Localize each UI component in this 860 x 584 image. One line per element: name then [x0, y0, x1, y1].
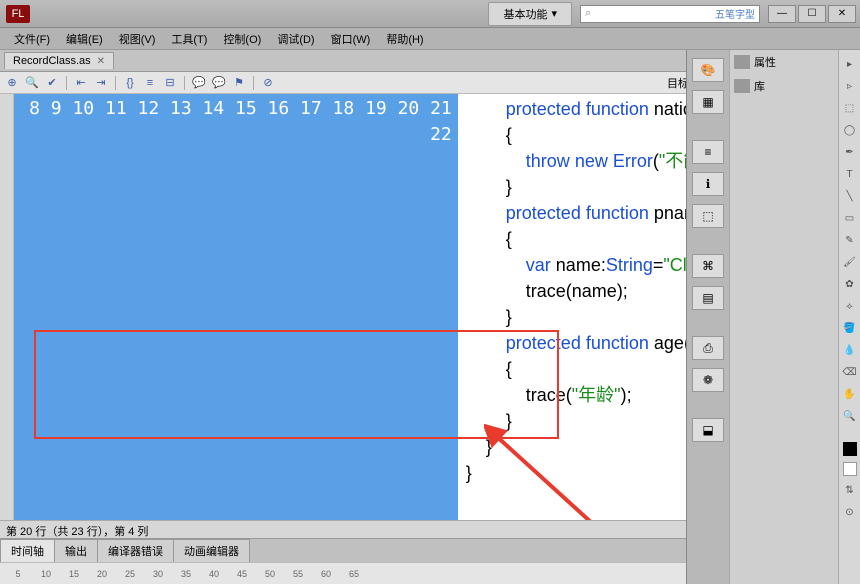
collapse-icon[interactable]: ⊟ [162, 75, 178, 91]
close-button[interactable]: ✕ [828, 5, 856, 23]
workspace-label: 基本功能 [503, 6, 547, 22]
title-bar: FL 基本功能 ▾ ⌕ 五笔字型 — ☐ ✕ [0, 0, 860, 28]
components-panel-icon[interactable]: ▤ [692, 286, 724, 310]
close-icon[interactable]: ✕ [97, 56, 105, 67]
right-panels: 🎨 ▦ ≡ ℹ ⬚ ⌘ ▤ ⎙ ❁ ⬓ 属性 库 [686, 50, 838, 584]
search-input[interactable]: ⌕ 五笔字型 [580, 5, 760, 23]
menu-item[interactable]: 编辑(E) [58, 28, 111, 50]
bottom-tab[interactable]: 编译器错误 [97, 539, 174, 562]
bone-tool-icon[interactable]: ⟡ [842, 298, 858, 314]
menu-bar: 文件(F)编辑(E)视图(V)工具(T)控制(O)调试(D)窗口(W)帮助(H) [0, 28, 860, 50]
selection-tool-icon[interactable]: ▸ [842, 56, 858, 72]
hand-tool-icon[interactable]: ✋ [842, 386, 858, 402]
history-panel-icon[interactable]: ⬓ [692, 418, 724, 442]
line-tool-icon[interactable]: ╲ [842, 188, 858, 204]
library-panel-button[interactable]: 库 [730, 74, 838, 98]
bookmark-icon[interactable]: ⚑ [231, 75, 247, 91]
bottom-tab[interactable]: 输出 [54, 539, 98, 562]
properties-icon [734, 55, 750, 69]
snap-icon[interactable]: ⊙ [842, 504, 858, 520]
chevron-down-icon: ▾ [551, 7, 557, 20]
comment-icon[interactable]: 💬 [191, 75, 207, 91]
transform-panel-icon[interactable]: ⬚ [692, 204, 724, 228]
format-icon[interactable]: ≡ [142, 75, 158, 91]
lasso-tool-icon[interactable]: ◯ [842, 122, 858, 138]
find-icon[interactable]: 🔍 [24, 75, 40, 91]
code-panel-icon[interactable]: ⌘ [692, 254, 724, 278]
info-panel-icon[interactable]: ℹ [692, 172, 724, 196]
menu-item[interactable]: 工具(T) [163, 28, 215, 50]
indent-in-icon[interactable]: ⇥ [93, 75, 109, 91]
uncomment-icon[interactable]: 💬 [211, 75, 227, 91]
free-transform-tool-icon[interactable]: ⬚ [842, 100, 858, 116]
fill-color[interactable] [843, 462, 857, 476]
workspace-switcher[interactable]: 基本功能 ▾ [488, 2, 572, 26]
rectangle-tool-icon[interactable]: ▭ [842, 210, 858, 226]
menu-item[interactable]: 调试(D) [269, 28, 322, 50]
library-label: 库 [754, 78, 765, 94]
pen-tool-icon[interactable]: ✒ [842, 144, 858, 160]
menu-item[interactable]: 帮助(H) [378, 28, 431, 50]
subselect-tool-icon[interactable]: ▹ [842, 78, 858, 94]
check-icon[interactable]: ✔ [44, 75, 60, 91]
maximize-button[interactable]: ☐ [798, 5, 826, 23]
menu-item[interactable]: 视图(V) [111, 28, 164, 50]
add-icon[interactable]: ⊕ [4, 75, 20, 91]
library-icon [734, 79, 750, 93]
brush-tool-icon[interactable]: 🖌 [842, 254, 858, 270]
paint-bucket-tool-icon[interactable]: 🪣 [842, 320, 858, 336]
deco-tool-icon[interactable]: ✿ [842, 276, 858, 292]
gutter [0, 94, 14, 520]
project-panel-icon[interactable]: ⎙ [692, 336, 724, 360]
menu-item[interactable]: 控制(O) [215, 28, 269, 50]
bottom-tab[interactable]: 时间轴 [0, 539, 55, 562]
debug-icon[interactable]: ⊘ [260, 75, 276, 91]
properties-label: 属性 [754, 54, 776, 70]
eyedropper-tool-icon[interactable]: 💧 [842, 342, 858, 358]
ease-panel-icon[interactable]: ❁ [692, 368, 724, 392]
text-tool-icon[interactable]: T [842, 166, 858, 182]
zoom-tool-icon[interactable]: 🔍 [842, 408, 858, 424]
line-numbers: 8 9 10 11 12 13 14 15 16 17 18 19 20 21 … [14, 94, 458, 520]
brace-icon[interactable]: {} [122, 75, 138, 91]
minimize-button[interactable]: — [768, 5, 796, 23]
properties-panel-button[interactable]: 属性 [730, 50, 838, 74]
swap-colors-icon[interactable]: ⇅ [842, 482, 858, 498]
swatches-panel-icon[interactable]: ▦ [692, 90, 724, 114]
align-panel-icon[interactable]: ≡ [692, 140, 724, 164]
menu-item[interactable]: 窗口(W) [323, 28, 379, 50]
indent-out-icon[interactable]: ⇤ [73, 75, 89, 91]
tab-title: RecordClass.as [13, 55, 91, 67]
pencil-tool-icon[interactable]: ✎ [842, 232, 858, 248]
bottom-tab[interactable]: 动画编辑器 [173, 539, 250, 562]
stroke-color[interactable] [843, 442, 857, 456]
menu-item[interactable]: 文件(F) [6, 28, 58, 50]
color-panel-icon[interactable]: 🎨 [692, 58, 724, 82]
ime-hint: 五笔字型 [715, 6, 755, 21]
eraser-tool-icon[interactable]: ⌫ [842, 364, 858, 380]
app-logo: FL [6, 5, 30, 23]
tools-panel: ▸ ▹ ⬚ ◯ ✒ T ╲ ▭ ✎ 🖌 ✿ ⟡ 🪣 💧 ⌫ ✋ 🔍 ⇅ ⊙ [838, 50, 860, 584]
document-tab[interactable]: RecordClass.as ✕ [4, 52, 114, 69]
